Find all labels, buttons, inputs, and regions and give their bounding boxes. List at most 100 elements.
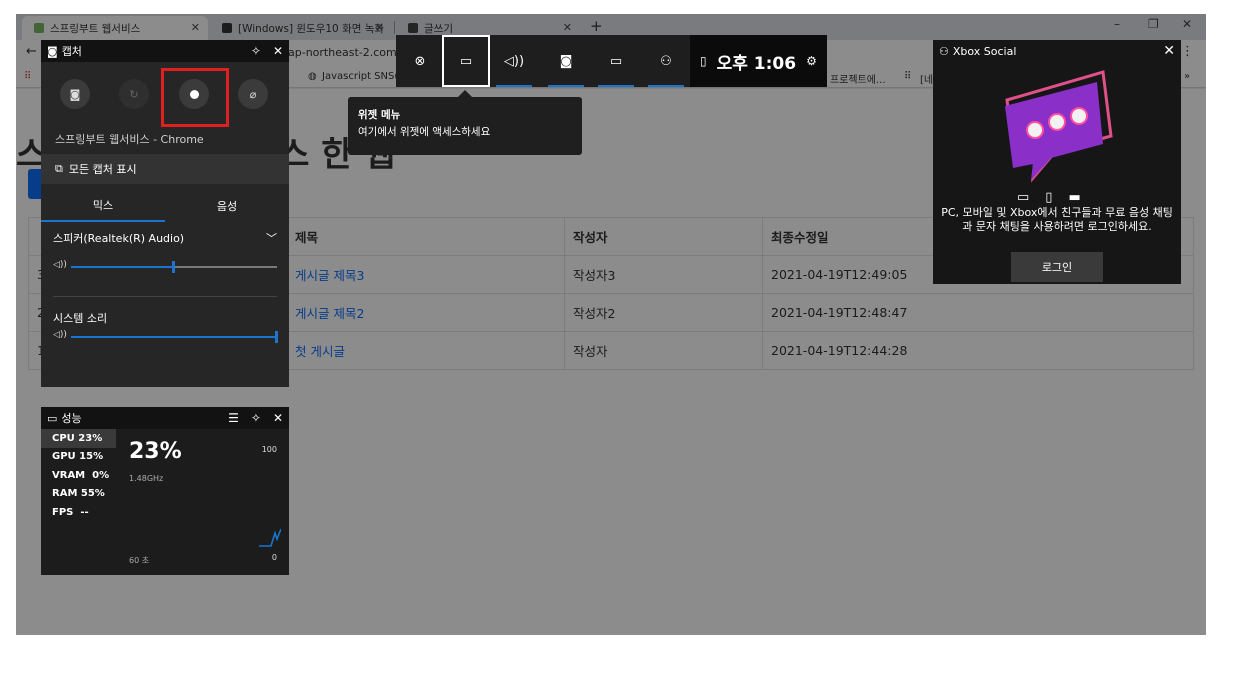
console-icon: ▬ xyxy=(1068,190,1081,205)
capture-header: ◙ 캡처 ✧ ✕ xyxy=(41,40,289,62)
mic-toggle-button[interactable]: ⌀ xyxy=(238,79,268,109)
login-button[interactable]: 로그인 xyxy=(1011,252,1103,282)
audio-device-select[interactable]: 스피커(Realtek(R) Audio) ﹀ xyxy=(53,230,277,246)
xbox-social-widget: ⚇ Xbox Social ✕ ▭ ▯ ▬ PC, 모바일 및 Xbox에서 친… xyxy=(933,40,1181,284)
active-underline xyxy=(548,85,584,87)
metric-label: FPS xyxy=(52,506,74,518)
capture-widget-button[interactable]: ◙ xyxy=(542,35,590,87)
gallery-icon: ⧉ xyxy=(55,162,63,175)
tooltip-body: 여기에서 위젯에 액세스하세요 xyxy=(358,126,491,138)
cpu-graph-line xyxy=(259,528,281,547)
speaker-icon: ◁)) xyxy=(53,260,67,270)
performance-metric-list: CPU 23% GPU 15% VRAM 0% RAM 55% FPS -- xyxy=(41,429,116,522)
mouse-icon: ▯ xyxy=(700,54,707,68)
capture-widget: ◙ 캡처 ✧ ✕ ◙ ↻ ⌀ 스프링부트 웹서비스 - Chrome ⧉ 모든 … xyxy=(41,40,289,387)
metric-cpu[interactable]: CPU 23% xyxy=(41,429,116,448)
social-widget-button[interactable]: ⚇ xyxy=(642,35,690,87)
performance-widget-button[interactable]: ▭ xyxy=(592,35,640,87)
tooltip-caret xyxy=(458,90,472,97)
widget-menu-icon: ▭ xyxy=(459,53,473,69)
chat-bubble-illustration xyxy=(1005,70,1113,183)
cpu-usage-value: 23% xyxy=(129,439,182,464)
active-underline xyxy=(496,85,532,87)
social-description: PC, 모바일 및 Xbox에서 친구들과 무료 음성 채팅과 문자 채팅을 사… xyxy=(941,206,1173,233)
camera-icon: ◙ xyxy=(559,53,573,69)
pin-icon[interactable]: ✧ xyxy=(251,411,261,425)
metric-label: VRAM xyxy=(52,469,86,481)
widget-menu-tooltip: 위젯 메뉴 여기에서 위젯에 액세스하세요 xyxy=(348,90,582,155)
social-title: Xbox Social xyxy=(952,44,1017,58)
active-underline xyxy=(598,85,634,87)
graph-time-window: 60 초 xyxy=(129,556,150,565)
speaker-volume-slider[interactable]: ◁)) xyxy=(53,260,279,274)
chevron-down-icon: ﹀ xyxy=(266,232,277,245)
monitor-icon: ▭ xyxy=(609,53,623,69)
metric-value: 23% xyxy=(78,432,103,444)
close-icon[interactable]: ✕ xyxy=(273,411,283,425)
metric-value: 15% xyxy=(79,451,104,463)
slider-fill xyxy=(71,336,277,338)
active-underline xyxy=(648,85,684,87)
xbox-icon: ⊗ xyxy=(414,53,426,69)
history-icon: ↻ xyxy=(129,87,139,101)
metric-label: CPU xyxy=(52,432,75,444)
metric-value: -- xyxy=(80,506,89,518)
metric-label: RAM xyxy=(52,488,78,500)
capture-source: 스프링부트 웹서비스 - Chrome xyxy=(55,133,204,146)
desktop-screen: 스프링부트 웹서비스 ✕ [Windows] 윈도우10 화면 녹화 ✕ 글쓰기… xyxy=(16,14,1206,635)
tooltip-title: 위젯 메뉴 xyxy=(358,109,401,121)
people-icon: ⚇ xyxy=(939,44,949,58)
system-volume-slider[interactable]: ◁)) xyxy=(53,330,279,344)
phone-icon: ▯ xyxy=(1045,190,1053,205)
show-all-captures-button[interactable]: ⧉ 모든 캡처 표시 xyxy=(41,154,289,184)
performance-title: 성능 xyxy=(61,412,82,425)
device-icons: ▭ ▯ ▬ xyxy=(1017,190,1081,205)
game-bar-top-menu: ⊗ ▭ ◁)) ◙ ▭ ⚇ ▯ 오후 1:06 ⚙ xyxy=(396,35,827,87)
graph-max: 100 xyxy=(261,445,277,454)
mic-off-icon: ⌀ xyxy=(249,87,257,101)
camera-icon: ◙ xyxy=(47,44,58,58)
pin-icon[interactable]: ✧ xyxy=(251,44,261,58)
performance-header: ▭ 성능 ☰ ✧ ✕ xyxy=(41,407,289,429)
clock-time: 오후 1:06 xyxy=(716,53,797,74)
people-icon: ⚇ xyxy=(660,53,672,69)
close-icon[interactable]: ✕ xyxy=(1163,43,1175,59)
gear-icon[interactable]: ⚙ xyxy=(806,54,817,68)
metric-label: GPU xyxy=(52,451,76,463)
metric-fps[interactable]: FPS -- xyxy=(41,503,116,522)
camera-icon: ◙ xyxy=(69,87,81,101)
speaker-icon: ◁)) xyxy=(503,53,525,69)
slider-thumb[interactable] xyxy=(172,261,175,273)
slider-thumb[interactable] xyxy=(275,331,278,343)
graph-min: 0 xyxy=(271,553,277,562)
record-last-button: ↻ xyxy=(119,79,149,109)
social-header: ⚇ Xbox Social ✕ xyxy=(933,40,1181,62)
audio-widget-button[interactable]: ◁)) xyxy=(490,35,538,87)
close-icon[interactable]: ✕ xyxy=(273,44,283,58)
divider xyxy=(53,296,277,297)
clock-area: ▯ 오후 1:06 ⚙ xyxy=(690,35,827,87)
audio-device-label: 스피커(Realtek(R) Audio) xyxy=(53,232,185,245)
cpu-frequency: 1.48GHz xyxy=(129,474,164,483)
speaker-icon: ◁)) xyxy=(53,330,67,340)
system-sound-label: 시스템 소리 xyxy=(53,312,108,325)
record-highlight-box xyxy=(161,68,229,127)
monitor-icon: ▭ xyxy=(47,411,58,425)
slider-fill xyxy=(71,266,174,268)
tab-mix[interactable]: 믹스 xyxy=(41,190,165,222)
tab-voice[interactable]: 음성 xyxy=(165,190,289,222)
metric-value: 0% xyxy=(92,469,110,481)
performance-widget: ▭ 성능 ☰ ✧ ✕ CPU 23% GPU 15% VRAM 0% RAM 5… xyxy=(41,407,289,575)
widget-menu-button[interactable]: ▭ xyxy=(442,35,490,87)
settings-sliders-icon[interactable]: ☰ xyxy=(228,411,239,425)
metric-vram[interactable]: VRAM 0% xyxy=(41,466,116,485)
metric-ram[interactable]: RAM 55% xyxy=(41,485,116,504)
metric-value: 55% xyxy=(80,488,105,500)
capture-title: 캡처 xyxy=(61,45,82,58)
screenshot-button[interactable]: ◙ xyxy=(60,79,90,109)
metric-gpu[interactable]: GPU 15% xyxy=(41,448,116,467)
pc-icon: ▭ xyxy=(1017,190,1030,205)
xbox-button[interactable]: ⊗ xyxy=(396,35,444,87)
audio-tabs: 믹스 음성 xyxy=(41,190,289,222)
show-all-label: 모든 캡처 표시 xyxy=(68,163,137,176)
